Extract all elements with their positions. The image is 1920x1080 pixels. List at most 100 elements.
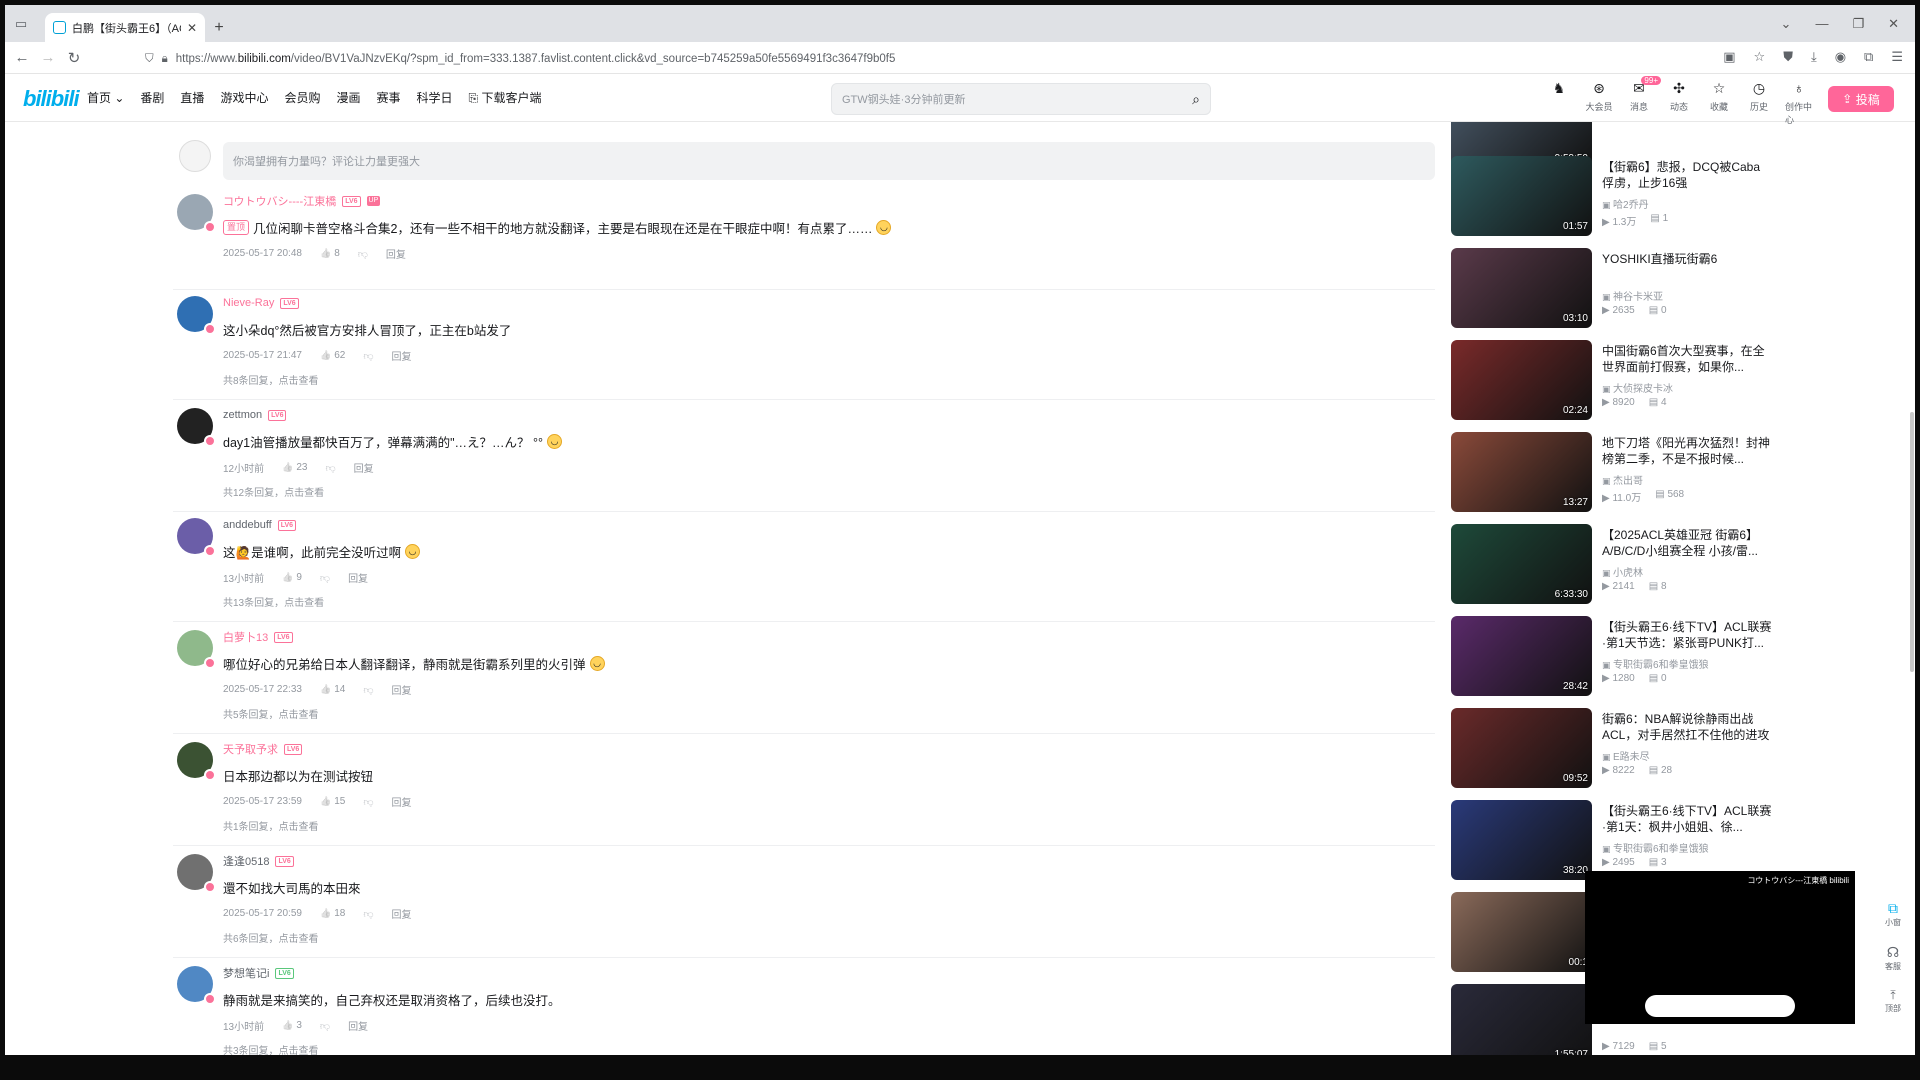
video-title[interactable]: 街霸6：NBA解说徐静雨出战ACL，对手居然扛不住他的进攻 [1602, 711, 1772, 743]
video-title[interactable]: 地下刀塔《阳光再次猛烈！封神榜第二季，不是不报时候... [1602, 435, 1772, 467]
url-field[interactable]: ⛉ 🔒︎ https://www.bilibili.com/video/BV1V… [145, 48, 1705, 70]
like-button[interactable]: 15 [320, 796, 345, 807]
dislike-icon[interactable]: 👎︎ [325, 462, 335, 474]
video-thumbnail[interactable]: 02:24 [1451, 340, 1592, 420]
recommended-video[interactable]: 28:42 【街头霸王6·线下TV】ACL联赛·第1天节选：紧张哥PUNK打...… [1451, 616, 1791, 696]
comment-avatar[interactable] [177, 408, 216, 447]
close-window-button[interactable]: ✕ [1888, 16, 1899, 32]
video-thumbnail[interactable]: 09:52 [1451, 708, 1592, 788]
pocket-icon[interactable]: ⛊ [1783, 49, 1793, 65]
video-title[interactable]: 【街头霸王6·线下TV】ACL联赛·第1天节选：紧张哥PUNK打... [1602, 619, 1772, 651]
bookmark-star-icon[interactable]: ☆ [1754, 49, 1766, 65]
tab-close-icon[interactable]: ✕ [187, 21, 197, 35]
like-button[interactable]: 8 [320, 248, 340, 259]
video-uploader[interactable]: 杰出哥 [1602, 472, 1643, 487]
tab-active[interactable]: 白鹏【街头霸王6】（ACL日语... ✕ [45, 13, 205, 42]
video-thumbnail[interactable]: 01:57 [1451, 156, 1592, 236]
reply-button[interactable]: 回复 [391, 348, 411, 363]
video-uploader[interactable]: 专职街霸6和拳皇饿狼 [1602, 656, 1709, 671]
like-button[interactable]: 9 [282, 572, 302, 583]
search-icon[interactable]: ⌕ [1192, 91, 1200, 108]
forward-icon[interactable]: → [35, 49, 61, 66]
recommended-video[interactable]: 6:33:30 【2025ACL英雄亚冠 街霸6】A/B/C/D小组赛全程 小孩/… [1451, 524, 1791, 604]
video-title[interactable]: 【2025ACL英雄亚冠 街霸6】A/B/C/D小组赛全程 小孩/雷... [1602, 527, 1772, 559]
video-title[interactable]: YOSHIKI直播玩街霸6 [1602, 251, 1772, 267]
video-thumbnail[interactable]: 03:10 [1451, 248, 1592, 328]
reply-button[interactable]: 回复 [348, 570, 368, 585]
back-to-top-button[interactable]: ⤒ 顶部 [1885, 988, 1901, 1014]
comment-username[interactable]: 白萝卜13 LV6 [223, 630, 1435, 644]
comment-avatar[interactable] [177, 518, 216, 557]
nav-game-center[interactable]: 游戏中心 [220, 89, 268, 106]
download-icon[interactable]: ⤓ [1811, 49, 1817, 65]
video-uploader[interactable]: 哈2乔丹 [1602, 196, 1649, 211]
view-replies-link[interactable]: 共1条回复，点击查看 [223, 818, 1435, 833]
video-title[interactable]: 【街霸6】悲报，DCQ被Caba俘虏，止步16强 [1602, 159, 1772, 191]
reply-button[interactable]: 回复 [386, 246, 406, 261]
reload-icon[interactable]: ↻ [61, 49, 87, 67]
screenshot-icon[interactable]: ▣ [1723, 49, 1735, 65]
nav-download-client[interactable]: ⎘ 下载客户端 [469, 89, 542, 106]
video-uploader[interactable]: 小虎林 [1602, 564, 1643, 579]
recommended-video[interactable]: 02:24 中国街霸6首次大型赛事，在全世界面前打假赛，如果你... 大侦探皮卡冰 ▶… [1451, 340, 1791, 420]
comment-avatar[interactable] [177, 854, 216, 893]
mini-window-button[interactable]: ⧉ 小窗 [1885, 900, 1901, 928]
view-replies-link[interactable]: 共3条回复，点击查看 [223, 1042, 1435, 1055]
upload-button[interactable]: ⇪ 投稿 [1828, 86, 1894, 112]
reply-button[interactable]: 回复 [391, 682, 411, 697]
reply-button[interactable]: 回复 [391, 794, 411, 809]
dislike-icon[interactable]: 👎︎ [363, 796, 373, 808]
nav-live[interactable]: 直播 [180, 89, 204, 106]
dislike-icon[interactable]: 👎︎ [363, 684, 373, 696]
reply-button[interactable]: 回复 [348, 1018, 368, 1033]
comment-username[interactable]: anddebuff LV6 [223, 518, 1435, 532]
creator-center-button[interactable]: ♁ 创作中心 [1785, 80, 1813, 126]
dislike-icon[interactable]: 👎︎ [320, 572, 330, 584]
nav-science[interactable]: 科学日 [417, 89, 453, 106]
nav-home[interactable]: 首页 ⌄ [87, 89, 124, 106]
scrollbar-thumb[interactable] [1910, 412, 1914, 672]
like-button[interactable]: 3 [282, 1020, 302, 1031]
video-uploader[interactable]: 神谷卡米亚 [1602, 288, 1663, 303]
video-uploader[interactable]: 专职街霸6和拳皇饿狼 [1602, 840, 1709, 855]
recommended-video[interactable]: 13:27 地下刀塔《阳光再次猛烈！封神榜第二季，不是不报时候... 杰出哥 ▶ 11… [1451, 432, 1791, 512]
nav-manga[interactable]: 漫画 [336, 89, 360, 106]
video-uploader[interactable]: 大侦探皮卡冰 [1602, 380, 1673, 395]
video-thumbnail[interactable]: 00:1 [1451, 892, 1592, 972]
tab-list-icon[interactable]: ⌄ [1781, 16, 1792, 32]
dislike-icon[interactable]: 👎︎ [363, 350, 373, 362]
history-button[interactable]: ◷ 历史 [1745, 80, 1773, 126]
extensions-icon[interactable]: ⧉ [1864, 49, 1873, 65]
nav-esports[interactable]: 赛事 [376, 89, 400, 106]
comment-username[interactable]: Nieve-Ray LV6 [223, 296, 1435, 310]
recommended-video[interactable]: 03:10 YOSHIKI直播玩街霸6 神谷卡米亚 ▶ 2635▤ 0 [1451, 248, 1791, 328]
video-thumbnail[interactable]: 13:27 [1451, 432, 1592, 512]
like-button[interactable]: 23 [282, 462, 307, 473]
video-thumbnail[interactable]: 28:42 [1451, 616, 1592, 696]
recommended-video[interactable]: 38:20 【街头霸王6·线下TV】ACL联赛·第1天：枫井小姐姐、徐... 专职街… [1451, 800, 1791, 880]
comment-avatar[interactable] [177, 194, 216, 233]
dislike-icon[interactable]: 👎︎ [358, 248, 368, 260]
view-replies-link[interactable]: 共6条回复，点击查看 [223, 930, 1435, 945]
dynamics-button[interactable]: ✣ 动态 [1665, 80, 1693, 126]
video-thumbnail[interactable]: 1:55:07 [1451, 984, 1592, 1055]
restore-button[interactable]: ❐ [1852, 16, 1864, 32]
back-icon[interactable]: ← [9, 49, 35, 66]
comment-username[interactable]: 逢逢0518 LV6 [223, 854, 1435, 868]
comment-username[interactable]: 天予取予求 LV6 [223, 742, 1435, 756]
minimize-button[interactable]: — [1815, 16, 1828, 31]
recommended-video[interactable]: 01:57 【街霸6】悲报，DCQ被Caba俘虏，止步16强哈2乔丹 ▶ 1.3万▤… [1451, 156, 1791, 236]
customer-service-button[interactable]: ☊ 客服 [1885, 944, 1901, 972]
avatar-icon[interactable]: ♞ [1545, 80, 1573, 126]
video-thumbnail[interactable]: 6:33:30 [1451, 524, 1592, 604]
comment-username[interactable]: zettmon LV6 [223, 408, 1435, 422]
nav-shop[interactable]: 会员购 [284, 89, 320, 106]
tab-actions-icon[interactable]: ▭ [5, 5, 37, 42]
reply-button[interactable]: 回复 [391, 906, 411, 921]
comment-avatar[interactable] [177, 966, 216, 1005]
search-bar[interactable]: GTW钢头娃·3分钟前更新 ⌕ [831, 83, 1211, 115]
video-title[interactable]: 中国街霸6首次大型赛事，在全世界面前打假赛，如果你... [1602, 343, 1772, 375]
site-info-icon[interactable]: ⛉ [145, 53, 154, 66]
bilibili-logo[interactable]: bilibili [23, 86, 80, 112]
video-title[interactable]: 【街头霸王6·线下TV】ACL联赛·第1天：枫井小姐姐、徐... [1602, 803, 1772, 835]
